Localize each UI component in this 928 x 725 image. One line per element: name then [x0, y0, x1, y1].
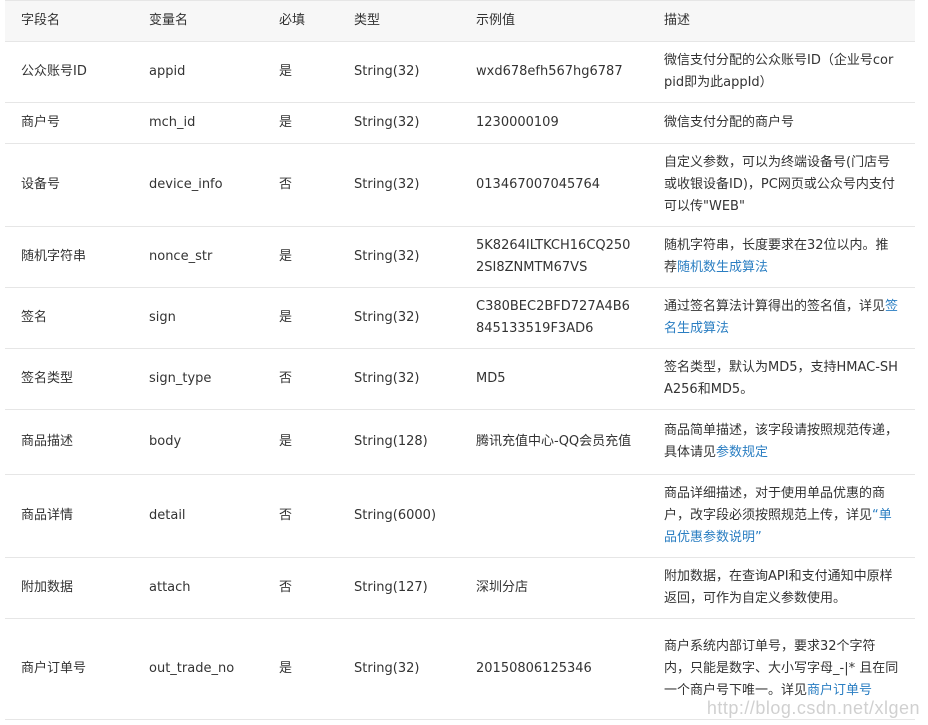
cell-type: String(32): [338, 226, 460, 288]
cell-example: 5K8264ILTKCH16CQ2502SI8ZNMTM67VS: [460, 226, 648, 288]
params-table-container: 字段名 变量名 必填 类型 示例值 描述 公众账号ID appid 是 Stri…: [5, 0, 915, 725]
cell-type: String(32): [338, 143, 460, 227]
table-row: 公众账号ID appid 是 String(32) wxd678efh567hg…: [5, 41, 915, 103]
cell-type: String(32): [338, 287, 460, 349]
cell-required: 否: [263, 348, 338, 410]
cell-type: String(6000): [338, 474, 460, 558]
cell-field: 公众账号ID: [5, 41, 133, 103]
header-row: 字段名 变量名 必填 类型 示例值 描述: [5, 0, 915, 42]
cell-field: 签名: [5, 287, 133, 349]
cell-example: 1230000109: [460, 102, 648, 144]
table-row: 签名 sign 是 String(32) C380BEC2BFD727A4B68…: [5, 287, 915, 349]
desc-text: 附加数据，在查询API和支付通知中原样返回，可作为自定义参数使用。: [664, 569, 893, 606]
cell-field: 设备号: [5, 143, 133, 227]
cell-example: 腾讯充值中心-QQ会员充值: [460, 409, 648, 475]
table-row: 附加数据 attach 否 String(127) 深圳分店 附加数据，在查询A…: [5, 557, 915, 619]
cell-desc: 随机字符串，长度要求在32位以内。推荐随机数生成算法: [648, 226, 915, 288]
table-row: 商品详情 detail 否 String(6000) 商品详细描述，对于使用单品…: [5, 474, 915, 558]
cell-required: 否: [263, 143, 338, 227]
cell-type: String(127): [338, 557, 460, 619]
cell-var: body: [133, 409, 263, 475]
params-table: 字段名 变量名 必填 类型 示例值 描述 公众账号ID appid 是 Stri…: [5, 0, 915, 720]
cell-field: 随机字符串: [5, 226, 133, 288]
desc-text: 商品详细描述，对于使用单品优惠的商户，改字段必须按照规范上传，详见: [664, 486, 886, 523]
desc-text: 微信支付分配的公众账号ID（企业号corpid即为此appId）: [664, 53, 894, 90]
cell-desc: 商品简单描述，该字段请按照规范传递，具体请见参数规定: [648, 409, 915, 475]
table-row: 商户号 mch_id 是 String(32) 1230000109 微信支付分…: [5, 102, 915, 144]
table-row: 商户订单号 out_trade_no 是 String(32) 20150806…: [5, 618, 915, 720]
header-var: 变量名: [133, 0, 263, 42]
cell-var: attach: [133, 557, 263, 619]
cell-desc: 自定义参数，可以为终端设备号(门店号或收银设备ID)，PC网页或公众号内支付可以…: [648, 143, 915, 227]
table-row: 设备号 device_info 否 String(32) 01346700704…: [5, 143, 915, 227]
cell-required: 是: [263, 618, 338, 720]
cell-var: mch_id: [133, 102, 263, 144]
cell-field: 商户订单号: [5, 618, 133, 720]
header-required: 必填: [263, 0, 338, 42]
cell-var: sign: [133, 287, 263, 349]
cell-example: MD5: [460, 348, 648, 410]
desc-link-order-number[interactable]: 商户订单号: [807, 683, 872, 698]
header-type: 类型: [338, 0, 460, 42]
cell-example: 深圳分店: [460, 557, 648, 619]
desc-text: 签名类型，默认为MD5，支持HMAC-SHA256和MD5。: [664, 360, 898, 397]
cell-example: 013467007045764: [460, 143, 648, 227]
cell-desc: 微信支付分配的商户号: [648, 102, 915, 144]
desc-text: 微信支付分配的商户号: [664, 115, 795, 130]
cell-desc: 签名类型，默认为MD5，支持HMAC-SHA256和MD5。: [648, 348, 915, 410]
cell-required: 是: [263, 287, 338, 349]
cell-field: 附加数据: [5, 557, 133, 619]
cell-type: String(128): [338, 409, 460, 475]
cell-desc: 商品详细描述，对于使用单品优惠的商户，改字段必须按照规范上传，详见“单品优惠参数…: [648, 474, 915, 558]
cell-var: detail: [133, 474, 263, 558]
cell-desc: 通过签名算法计算得出的签名值，详见签名生成算法: [648, 287, 915, 349]
desc-link-param-rules[interactable]: 参数规定: [716, 445, 768, 460]
desc-link-random-algorithm[interactable]: 随机数生成算法: [677, 260, 768, 275]
cell-desc: 商户系统内部订单号，要求32个字符内，只能是数字、大小写字母_-|* 且在同一个…: [648, 618, 915, 720]
cell-var: appid: [133, 41, 263, 103]
table-header: 字段名 变量名 必填 类型 示例值 描述: [5, 0, 915, 42]
cell-type: String(32): [338, 348, 460, 410]
desc-text: 商品简单描述，该字段请按照规范传递，具体请见: [664, 423, 899, 460]
cell-required: 否: [263, 557, 338, 619]
cell-type: String(32): [338, 41, 460, 103]
cell-example: 20150806125346: [460, 618, 648, 720]
desc-text: 通过签名算法计算得出的签名值，详见: [664, 299, 886, 314]
cell-var: nonce_str: [133, 226, 263, 288]
cell-var: out_trade_no: [133, 618, 263, 720]
header-field: 字段名: [5, 0, 133, 42]
cell-required: 是: [263, 409, 338, 475]
cell-field: 商品描述: [5, 409, 133, 475]
cell-field: 商户号: [5, 102, 133, 144]
cell-type: String(32): [338, 618, 460, 720]
cell-var: sign_type: [133, 348, 263, 410]
cell-required: 是: [263, 226, 338, 288]
cell-field: 商品详情: [5, 474, 133, 558]
desc-text: 自定义参数，可以为终端设备号(门店号或收银设备ID)，PC网页或公众号内支付可以…: [664, 155, 895, 214]
table-body: 公众账号ID appid 是 String(32) wxd678efh567hg…: [5, 41, 915, 720]
cell-example: [460, 474, 648, 558]
cell-desc: 微信支付分配的公众账号ID（企业号corpid即为此appId）: [648, 41, 915, 103]
cell-desc: 附加数据，在查询API和支付通知中原样返回，可作为自定义参数使用。: [648, 557, 915, 619]
table-row: 随机字符串 nonce_str 是 String(32) 5K8264ILTKC…: [5, 226, 915, 288]
cell-example: wxd678efh567hg6787: [460, 41, 648, 103]
table-row: 商品描述 body 是 String(128) 腾讯充值中心-QQ会员充值 商品…: [5, 409, 915, 475]
cell-required: 是: [263, 102, 338, 144]
cell-var: device_info: [133, 143, 263, 227]
cell-field: 签名类型: [5, 348, 133, 410]
cell-type: String(32): [338, 102, 460, 144]
cell-required: 是: [263, 41, 338, 103]
table-row: 签名类型 sign_type 否 String(32) MD5 签名类型，默认为…: [5, 348, 915, 410]
cell-required: 否: [263, 474, 338, 558]
header-example: 示例值: [460, 0, 648, 42]
header-desc: 描述: [648, 0, 915, 42]
cell-example: C380BEC2BFD727A4B6845133519F3AD6: [460, 287, 648, 349]
